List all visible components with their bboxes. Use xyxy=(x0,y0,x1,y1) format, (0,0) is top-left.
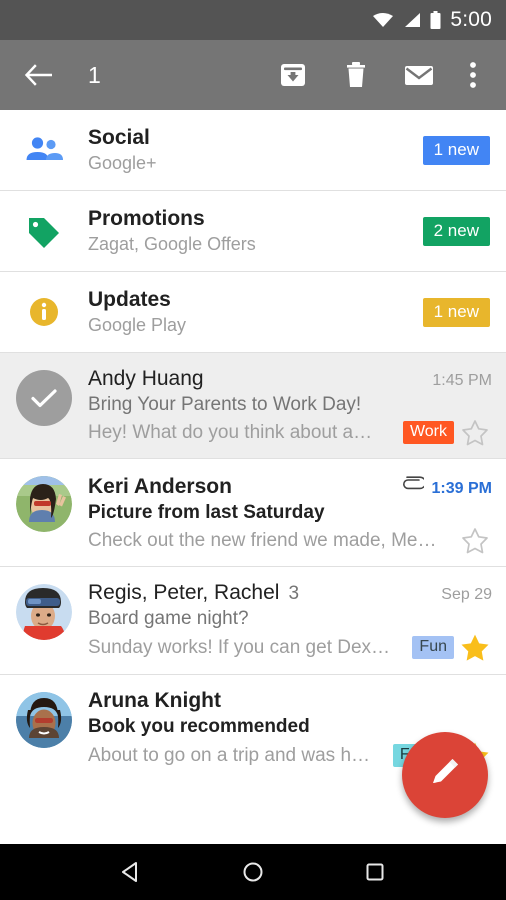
unread-badge: 1 new xyxy=(422,135,490,165)
mail-body: Andy Huang 1:45 PM Bring Your Parents to… xyxy=(88,367,492,446)
conversation-list: Social Google+ 1 new Promotions Zagat, G… xyxy=(0,110,506,782)
label-subtitle: Zagat, Google Offers xyxy=(88,233,256,254)
android-navigation-bar xyxy=(0,844,506,900)
label-subtitle: Google Play xyxy=(88,314,187,335)
label-row-text: Updates Google Play xyxy=(88,287,413,337)
info-icon xyxy=(0,295,88,329)
nav-home-circle-icon[interactable] xyxy=(227,846,279,898)
mail-body: Keri Anderson 1:39 PM Picture from last … xyxy=(88,473,492,554)
mail-subject: Bring Your Parents to Work Day! xyxy=(88,394,362,415)
mail-line-snippet: Sunday works! If you can get Dex… Fun xyxy=(88,633,492,662)
mail-line-sender: Regis, Peter, Rachel 3 Sep 29 xyxy=(88,581,492,605)
thread-count: 3 xyxy=(288,583,300,604)
avatar[interactable] xyxy=(16,584,72,640)
mail-line-sender: Keri Anderson 1:39 PM xyxy=(88,473,492,499)
selection-count: 1 xyxy=(88,61,101,88)
mail-line-sender: Andy Huang 1:45 PM xyxy=(88,367,492,391)
people-icon xyxy=(0,136,88,164)
table-row[interactable]: Keri Anderson 1:39 PM Picture from last … xyxy=(0,459,506,566)
compose-pencil-icon xyxy=(425,753,465,798)
mark-unread-envelope-icon[interactable] xyxy=(396,52,442,98)
overflow-menu-icon[interactable] xyxy=(458,52,488,98)
gmail-app-screen: 5:00 1 Social Google+ 1 new Promotions Z… xyxy=(0,0,506,900)
unread-badge: 2 new xyxy=(422,216,490,246)
star-icon-outline[interactable] xyxy=(458,527,492,554)
sender-name: Andy Huang xyxy=(88,367,204,390)
mail-snippet: Hey! What do you think about a… xyxy=(88,421,373,443)
avatar[interactable] xyxy=(16,692,72,748)
mail-line-snippet: Hey! What do you think about a… Work xyxy=(88,419,492,446)
back-arrow-icon[interactable] xyxy=(16,52,62,98)
avatar[interactable] xyxy=(16,476,72,532)
table-row[interactable]: Regis, Peter, Rachel 3 Sep 29 Board game… xyxy=(0,567,506,674)
sender-name: Keri Anderson xyxy=(88,475,232,498)
label-row-updates[interactable]: Updates Google Play 1 new xyxy=(0,272,506,352)
star-icon-filled[interactable] xyxy=(458,633,492,662)
mail-line-sender: Aruna Knight xyxy=(88,689,492,713)
tag-icon xyxy=(0,214,88,248)
mail-subject: Picture from last Saturday xyxy=(88,502,325,523)
avatar-slot[interactable] xyxy=(0,367,88,446)
timestamp: Sep 29 xyxy=(441,586,492,603)
mail-body: Regis, Peter, Rachel 3 Sep 29 Board game… xyxy=(88,581,492,662)
nav-back-triangle-icon[interactable] xyxy=(105,846,157,898)
wifi-icon xyxy=(372,12,394,28)
table-row[interactable]: Andy Huang 1:45 PM Bring Your Parents to… xyxy=(0,353,506,458)
mail-line-snippet: Check out the new friend we made, Me… xyxy=(88,527,492,554)
nav-recents-square-icon[interactable] xyxy=(349,846,401,898)
label-row-text: Promotions Zagat, Google Offers xyxy=(88,206,413,256)
timestamp: 1:39 PM xyxy=(431,480,492,497)
action-bar: 1 xyxy=(0,40,506,110)
sender-name: Aruna Knight xyxy=(88,689,221,712)
mail-label-chip: Fun xyxy=(412,636,454,659)
label-title: Social xyxy=(88,126,150,149)
unread-badge: 1 new xyxy=(422,297,490,327)
label-row-social[interactable]: Social Google+ 1 new xyxy=(0,110,506,190)
sender-name: Regis, Peter, Rachel xyxy=(88,581,280,604)
label-row-text: Social Google+ xyxy=(88,125,413,175)
timestamp: 1:45 PM xyxy=(432,372,492,389)
battery-icon xyxy=(430,11,441,29)
mail-subject: Board game night? xyxy=(88,608,249,629)
trash-icon[interactable] xyxy=(333,52,379,98)
label-subtitle: Google+ xyxy=(88,152,157,173)
compose-fab[interactable] xyxy=(402,732,488,818)
status-bar-clock: 5:00 xyxy=(450,8,492,31)
selected-check-avatar[interactable] xyxy=(16,370,72,426)
star-icon-outline[interactable] xyxy=(458,419,492,446)
mail-label-chip: Work xyxy=(402,421,454,444)
avatar-slot[interactable] xyxy=(0,581,88,662)
archive-icon[interactable] xyxy=(270,52,316,98)
label-title: Promotions xyxy=(88,207,205,230)
mail-snippet: About to go on a trip and was h… xyxy=(88,744,371,766)
avatar-slot[interactable] xyxy=(0,473,88,554)
mail-snippet: Check out the new friend we made, Me… xyxy=(88,529,437,551)
label-row-promotions[interactable]: Promotions Zagat, Google Offers 2 new xyxy=(0,191,506,271)
signal-icon xyxy=(403,12,421,28)
status-bar: 5:00 xyxy=(0,0,506,40)
attachment-clip-icon xyxy=(400,473,424,493)
label-title: Updates xyxy=(88,288,171,311)
mail-snippet: Sunday works! If you can get Dex… xyxy=(88,636,391,658)
avatar-slot[interactable] xyxy=(0,689,88,770)
